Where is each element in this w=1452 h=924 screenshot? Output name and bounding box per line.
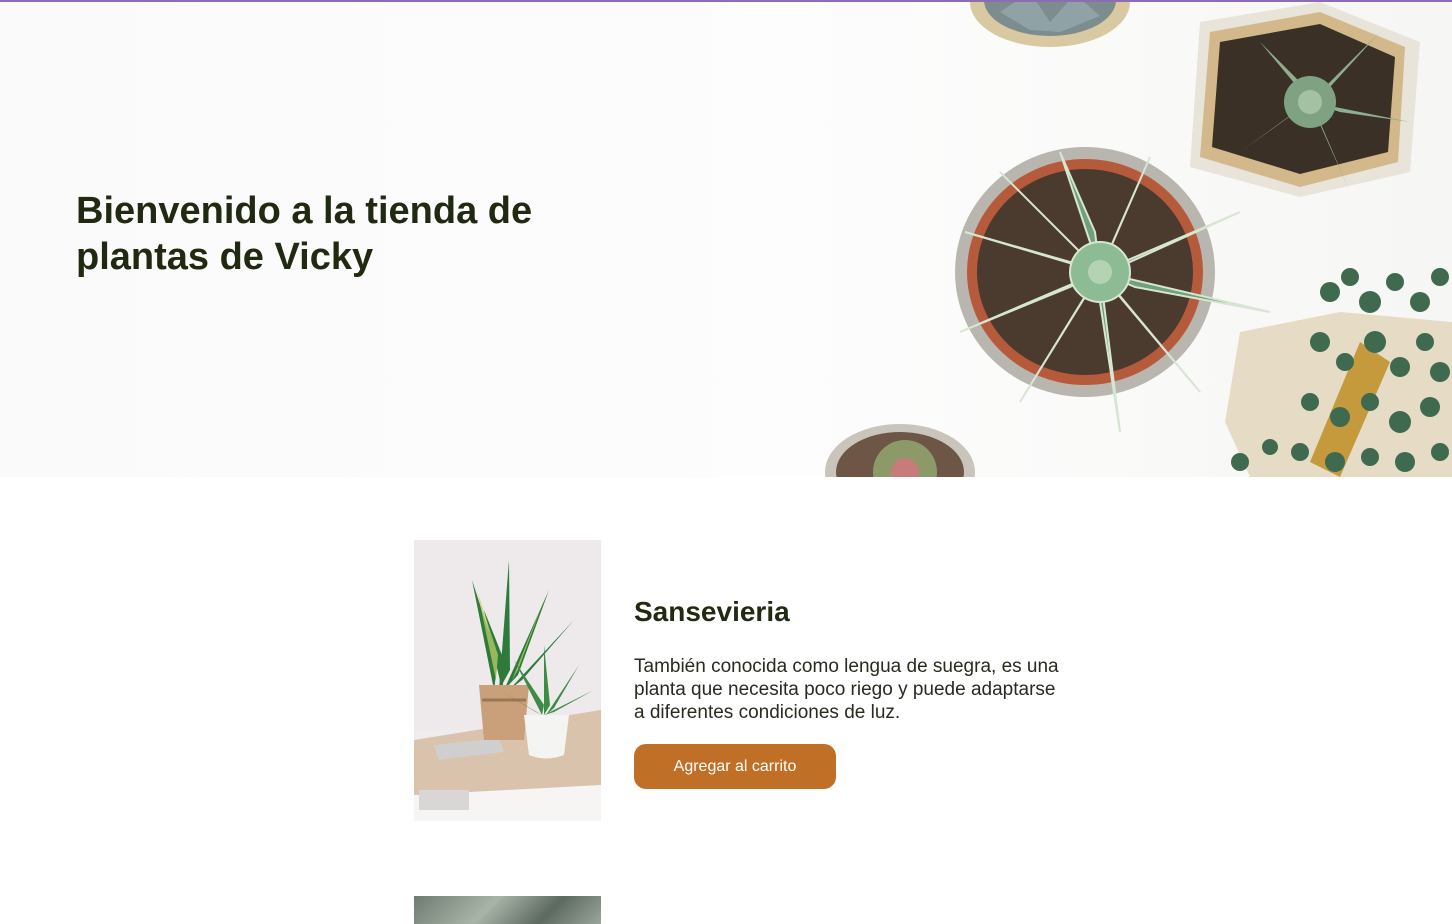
product-card: Sansevieria También conocida como lengua… xyxy=(414,540,1074,821)
hero-title: Bienvenido a la tienda de plantas de Vic… xyxy=(76,190,533,278)
next-product-image xyxy=(414,896,601,924)
product-description: También conocida como lengua de suegra, … xyxy=(634,656,1059,723)
snake-plant-image xyxy=(414,540,601,821)
add-to-cart-button[interactable]: Agregar al carrito xyxy=(634,744,836,789)
hero-banner: Bienvenido a la tienda de plantas de Vic… xyxy=(0,2,1452,477)
product-image xyxy=(414,540,601,821)
product-name: Sansevieria xyxy=(634,596,790,627)
